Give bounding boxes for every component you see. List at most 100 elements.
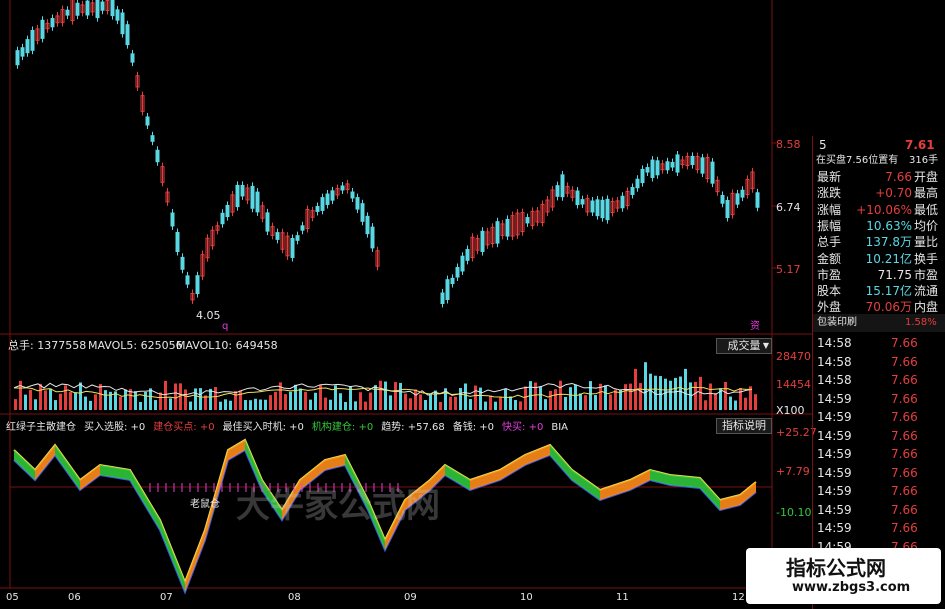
candle (195, 275, 200, 295)
candle (265, 212, 270, 232)
tick-time: 14:59 (817, 391, 852, 406)
volume-bar (644, 362, 647, 410)
volume-bar (269, 395, 272, 410)
volume-bar (69, 392, 72, 410)
quote-label: 股本 (817, 284, 842, 299)
volume-bar (669, 380, 672, 410)
tick-time: 14:59 (817, 502, 852, 517)
indicator-help-button[interactable]: 指标说明 (716, 418, 772, 434)
tick-time: 14:59 (817, 428, 852, 443)
volume-bar (604, 385, 607, 410)
volume-bar (354, 401, 357, 410)
volume-bar (509, 396, 512, 410)
volume-bar (89, 400, 92, 410)
quote-value: 10.21亿 (865, 251, 912, 266)
volume-bar (99, 384, 102, 410)
volume-bar (139, 401, 142, 410)
indicator-band (740, 482, 756, 505)
volume-bar (289, 391, 292, 410)
quote-value: 10.63% (866, 218, 912, 233)
indicator-field: 趋势: +57.68 (381, 422, 445, 433)
volume-bar (744, 397, 747, 410)
quote-value: +0.70 (875, 186, 912, 201)
tick-price: 7.66 (891, 521, 918, 535)
candle (725, 199, 730, 219)
volume-bar (184, 389, 187, 410)
quote-row: 涨幅 +10.06% 最低 (813, 201, 945, 219)
indicator-band (550, 445, 572, 480)
tick-price: 7.66 (891, 447, 918, 461)
quote-label: 流通 (914, 284, 939, 299)
tick-row: 14:59 7.66 (813, 501, 945, 519)
volume-bar (724, 381, 727, 410)
candle (595, 199, 600, 217)
tick-price: 7.66 (891, 484, 918, 498)
quote-label: 涨幅 (817, 202, 842, 217)
volume-bar (329, 399, 332, 410)
marker-zi: 资 (750, 321, 760, 332)
tick-time: 14:59 (817, 410, 852, 424)
volume-bar (104, 390, 107, 410)
volume-bar (59, 393, 62, 410)
indicator-band (55, 445, 80, 490)
candle (350, 191, 355, 199)
volume-bar (754, 394, 757, 410)
volume-bar (194, 388, 197, 410)
volume-bar (254, 398, 257, 410)
candle (185, 275, 190, 285)
volume-bar (214, 387, 217, 410)
candle (720, 194, 725, 204)
date-axis-label: 09 (404, 592, 417, 603)
indicator-field: 备钱: +0 (452, 422, 495, 433)
volume-bar (174, 383, 177, 410)
candle (240, 184, 245, 197)
volume-bar (324, 397, 327, 410)
sector-banner[interactable]: 包装印刷 1.58% (813, 314, 945, 332)
quote-value: 15.17亿 (865, 284, 912, 299)
candle (370, 226, 375, 249)
indicator-band (185, 530, 205, 592)
indicator-band (525, 445, 550, 465)
volume-bar (134, 391, 137, 410)
quote-label: 最新 (817, 170, 842, 184)
volume-bar (464, 383, 467, 410)
volume-bar (674, 377, 677, 410)
candle (170, 212, 175, 227)
volume-bar (124, 389, 127, 410)
quote-row: 金额 10.21亿 换手 (813, 250, 945, 268)
volume-bars (13, 362, 757, 410)
candle (590, 200, 595, 213)
candle (325, 193, 330, 205)
volume-bar (484, 401, 487, 410)
volume-bar (459, 388, 462, 410)
volume-dropdown[interactable]: 成交量 ▼ (716, 338, 772, 354)
volume-total-label: 总手: 1377558 (8, 339, 87, 352)
sector-change: 1.58% (905, 317, 937, 328)
candle (340, 185, 345, 191)
quote-panel: 5 7.61 在买盘7.56位置有 316手 最新 7.66 开盘 涨跌 +0.70 最高… (812, 136, 945, 609)
volume-bar (64, 385, 67, 410)
volume-bar (679, 376, 682, 410)
volume-bar (554, 389, 557, 410)
volume-bar (204, 395, 207, 410)
quote-row: 涨跌 +0.70 最高 (813, 184, 945, 202)
candle (120, 12, 125, 35)
tick-time: 14:59 (817, 484, 852, 498)
candle (555, 185, 560, 197)
candle (690, 155, 695, 166)
indicator-field: 买入选股: +0 (84, 422, 146, 433)
candle (675, 154, 680, 173)
volume-bar (264, 399, 267, 410)
indicator-band (228, 440, 245, 460)
candle (735, 193, 740, 205)
volume-bar (169, 398, 172, 410)
volume-bar (579, 393, 582, 410)
candle (115, 9, 120, 21)
quote-value: 71.75 (877, 267, 912, 282)
volume-bar (574, 384, 577, 410)
volume-bar (379, 380, 382, 410)
candle (320, 197, 325, 211)
volume-bar (714, 393, 717, 410)
candlestick-chart[interactable] (15, 0, 760, 308)
volume-bar (224, 399, 227, 410)
